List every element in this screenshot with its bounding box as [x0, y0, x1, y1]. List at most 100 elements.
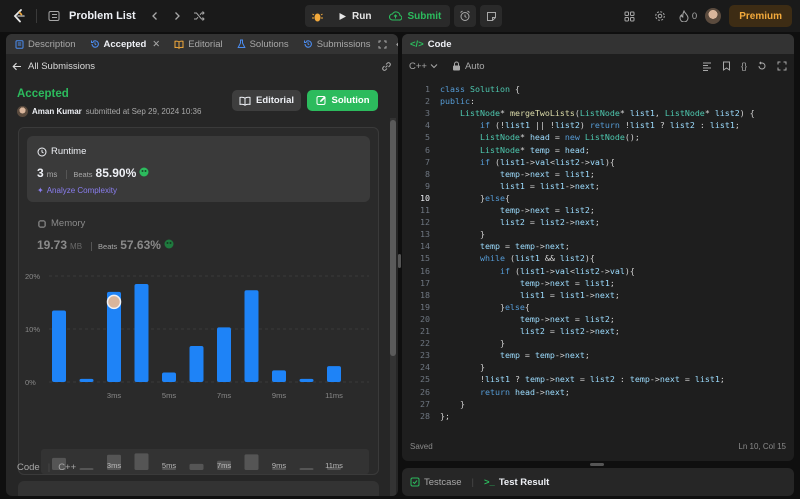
y-tick-label: 20% [25, 272, 40, 281]
code-line[interactable]: temp = temp->next; [440, 241, 570, 251]
shuffle-icon[interactable] [188, 5, 210, 27]
editor-tab-code[interactable]: Code [428, 39, 452, 50]
runtime-bar[interactable] [327, 366, 341, 382]
vertical-resize-handle[interactable] [398, 254, 401, 268]
memory-beats-value: 57.63% [120, 238, 161, 252]
code-line[interactable]: class Solution { [440, 84, 520, 94]
code-line[interactable]: if (!list1 || !list2) return !list1 ? li… [440, 120, 740, 130]
submitted-code-preview[interactable] [18, 481, 379, 496]
code-line[interactable]: } [440, 362, 485, 372]
tab-accepted[interactable]: Accepted ✕ [87, 39, 164, 50]
language-select[interactable]: C++ [409, 61, 438, 72]
chevron-right-icon[interactable] [166, 5, 188, 27]
run-button[interactable]: Run [329, 5, 380, 27]
code-editor[interactable]: 1 class Solution {2 public: 3 ListNode* mer… [402, 80, 794, 428]
code-token: list2 [499, 217, 525, 228]
alarm-button[interactable] [454, 5, 477, 27]
runtime-bar[interactable] [244, 290, 259, 382]
code-line[interactable]: }else{ [440, 302, 530, 312]
link-icon[interactable] [381, 61, 392, 72]
runtime-bar[interactable] [272, 370, 286, 382]
code-line[interactable]: }else{ [440, 193, 510, 203]
code-line[interactable]: ListNode* mergeTwoLists(ListNode* list1,… [440, 108, 755, 118]
tab-solutions[interactable]: Solutions [234, 39, 292, 50]
code-token: list2 [539, 217, 565, 228]
code-token: next [564, 350, 585, 361]
code-token: list1 [709, 120, 735, 131]
code-line[interactable]: !list1 ? temp->next = list2 : temp->next… [440, 374, 725, 384]
code-line[interactable]: list1 = list1->next; [440, 181, 600, 191]
runtime-bar[interactable] [299, 378, 314, 382]
editor-tab-bar: </> Code [402, 34, 794, 54]
author-name[interactable]: Aman Kumar [32, 107, 82, 116]
runtime-bar[interactable] [52, 310, 66, 382]
maximize-icon[interactable] [378, 40, 387, 49]
runtime-bar[interactable] [134, 283, 149, 382]
runtime-bar[interactable] [79, 378, 94, 382]
runtime-bar[interactable] [162, 372, 176, 382]
notes-button[interactable] [480, 5, 503, 27]
runtime-card[interactable]: Runtime 3 ms Beats 85.90% ✦ Analyze Comp… [27, 136, 370, 202]
analyze-complexity-link[interactable]: ✦ Analyze Complexity [37, 186, 117, 195]
code-line[interactable]: temp->next = list1; [440, 278, 615, 288]
all-submissions-link[interactable]: All Submissions [28, 61, 95, 72]
code-line[interactable]: } [440, 399, 465, 409]
memory-chip-icon [38, 219, 46, 228]
streak-counter[interactable]: 0 [679, 10, 697, 22]
leetcode-logo-icon[interactable] [8, 5, 30, 27]
memory-header[interactable]: Memory [37, 218, 85, 229]
chart-range-selector[interactable] [41, 449, 369, 474]
y-tick-label: 10% [25, 325, 40, 334]
fullscreen-icon[interactable] [777, 61, 787, 71]
tab-submissions[interactable]: Submissions [300, 39, 374, 50]
code-line[interactable]: temp = temp->next; [440, 350, 590, 360]
code-line[interactable]: }; [440, 411, 450, 421]
code-line[interactable]: while (list1 && list2){ [440, 253, 595, 263]
auto-mode-toggle[interactable]: Auto [452, 61, 485, 72]
code-line[interactable]: if (list1->val<list2->val){ [440, 157, 615, 167]
code-line[interactable]: ListNode* temp = head; [440, 145, 590, 155]
user-avatar[interactable] [705, 8, 722, 24]
braces-icon[interactable]: {} [741, 61, 747, 71]
chevron-left-icon[interactable] [144, 5, 166, 27]
author-avatar[interactable] [17, 106, 28, 117]
runtime-distribution-chart[interactable]: 20% 10% 0% 3ms 5ms 7ms 9ms 11ms 3ms 5ms 7ms 9ms 11… [19, 268, 380, 474]
code-line[interactable]: public: [440, 96, 475, 106]
tab-test-result[interactable]: >_ Test Result [484, 477, 549, 488]
code-line[interactable]: list2 = list2->next; [440, 326, 620, 336]
scrollbar-thumb[interactable] [390, 120, 396, 356]
code-line[interactable]: ListNode* head = new ListNode(); [440, 132, 640, 142]
tab-testcase[interactable]: Testcase [410, 477, 462, 488]
collapse-chevron-icon[interactable] [395, 40, 398, 49]
close-tab-icon[interactable]: ✕ [152, 39, 160, 50]
runtime-bar[interactable] [189, 345, 204, 382]
solution-button[interactable]: Solution [307, 90, 378, 111]
code-line[interactable]: } [440, 338, 505, 348]
horizontal-resize-handle[interactable] [590, 463, 604, 466]
layout-grid-icon[interactable] [619, 5, 641, 27]
problem-list-icon[interactable] [43, 5, 65, 27]
reset-icon[interactable] [757, 61, 767, 71]
debug-icon[interactable] [305, 5, 329, 27]
code-line[interactable]: if (list1->val<list2->val){ [440, 266, 635, 276]
editorial-button[interactable]: Editorial [232, 90, 301, 111]
code-token: : [694, 120, 710, 131]
code-line[interactable]: temp->next = list2; [440, 205, 595, 215]
code-line[interactable]: temp->next = list2; [440, 314, 615, 324]
format-lines-icon[interactable] [702, 62, 712, 71]
code-line[interactable]: return head->next; [440, 387, 570, 397]
code-line[interactable]: list1 = list1->next; [440, 290, 620, 300]
settings-gear-icon[interactable] [649, 5, 671, 27]
code-line[interactable]: temp->next = list1; [440, 169, 595, 179]
problem-list-title[interactable]: Problem List [69, 10, 136, 22]
submit-button[interactable]: Submit [380, 5, 450, 27]
bookmark-icon[interactable] [722, 61, 731, 71]
code-line[interactable]: list2 = list2->next; [440, 217, 600, 227]
premium-button[interactable]: Premium [729, 5, 792, 27]
code-line[interactable]: } [440, 229, 485, 239]
tab-editorial[interactable]: Editorial [171, 39, 225, 50]
arrow-left-icon[interactable] [12, 62, 22, 71]
tab-description[interactable]: Description [12, 39, 79, 50]
runtime-bar[interactable] [217, 327, 231, 382]
